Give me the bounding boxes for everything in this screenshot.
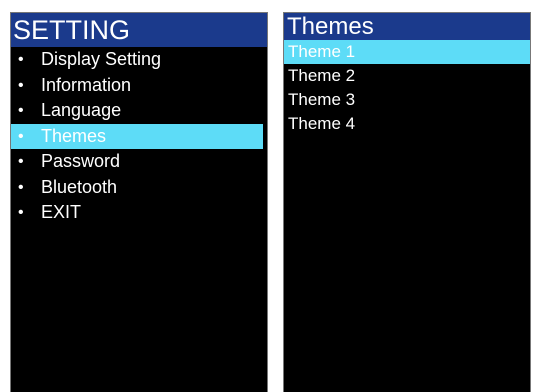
- menu-item-label: Language: [41, 100, 122, 120]
- theme-item-3[interactable]: Theme 3: [284, 88, 530, 112]
- menu-item-label: Themes: [41, 125, 107, 146]
- themes-title: Themes: [284, 13, 530, 40]
- menu-item-label: Bluetooth: [41, 176, 118, 197]
- menu-item-bluetooth[interactable]: • Bluetooth: [11, 175, 263, 201]
- themes-menu: Theme 1 Theme 2 Theme 3 Theme 4: [284, 40, 530, 136]
- menu-item-information[interactable]: • Information: [11, 73, 263, 99]
- menu-item-language[interactable]: • Language: [11, 98, 263, 124]
- bullet-icon: •: [18, 76, 24, 94]
- menu-item-label: EXIT: [41, 202, 82, 222]
- bullet-icon: •: [18, 102, 24, 119]
- themes-screen: Themes Theme 1 Theme 2 Theme 3 Theme 4: [283, 12, 531, 392]
- bullet-icon: •: [18, 204, 24, 221]
- menu-item-themes[interactable]: • Themes: [11, 123, 263, 149]
- menu-item-display-setting[interactable]: • Display Setting: [11, 47, 263, 73]
- menu-item-password[interactable]: • Password: [11, 149, 263, 175]
- bullet-icon: •: [18, 153, 24, 170]
- menu-item-exit[interactable]: • EXIT: [11, 200, 263, 226]
- settings-title: SETTING: [11, 13, 267, 47]
- menu-item-label: Password: [41, 151, 121, 171]
- bullet-icon: •: [18, 127, 24, 145]
- menu-item-label: Display Setting: [41, 49, 162, 69]
- theme-item-4[interactable]: Theme 4: [284, 112, 530, 136]
- menu-item-label: Information: [41, 74, 132, 95]
- settings-menu: • Display Setting • Information • Langua…: [11, 47, 267, 226]
- theme-item-2[interactable]: Theme 2: [284, 64, 530, 88]
- bullet-icon: •: [18, 178, 24, 196]
- bullet-icon: •: [18, 51, 24, 68]
- theme-item-1[interactable]: Theme 1: [284, 40, 530, 64]
- settings-screen: SETTING • Display Setting • Information …: [10, 12, 268, 392]
